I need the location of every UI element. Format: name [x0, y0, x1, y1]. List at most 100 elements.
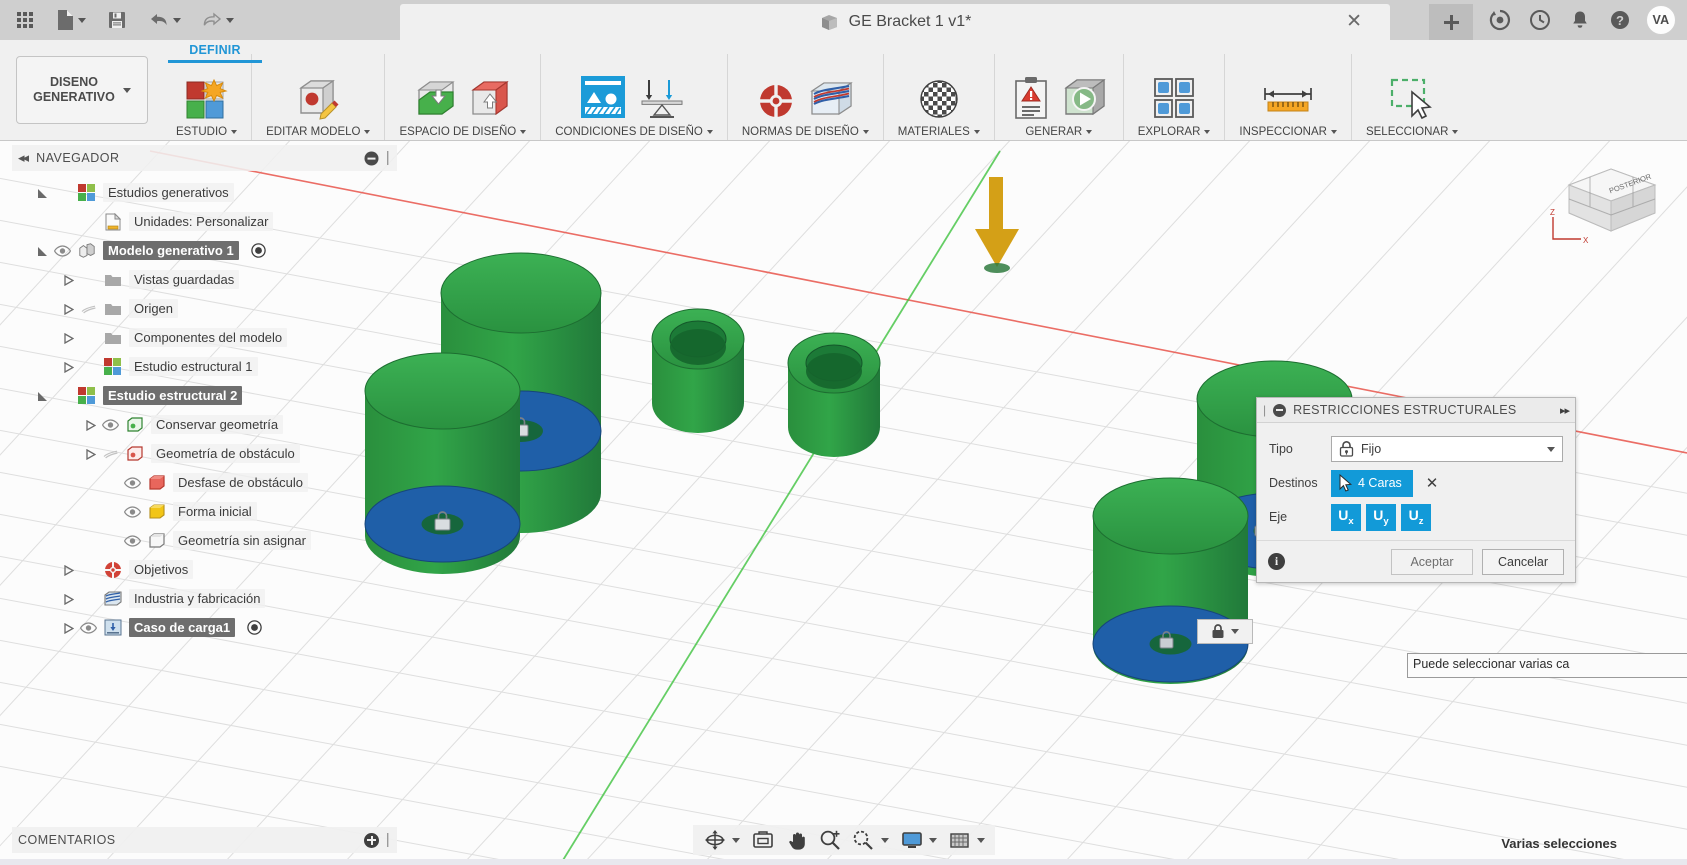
expand-triangle-closed-icon[interactable]	[63, 564, 75, 577]
dialog-header[interactable]: | RESTRICCIONES ESTRUCTURALES ▸▸	[1257, 398, 1575, 423]
chevron-down-icon[interactable]	[122, 87, 131, 93]
chevron-down-icon[interactable]	[880, 837, 889, 843]
chevron-down-icon[interactable]	[731, 837, 740, 843]
redo-icon[interactable]	[197, 3, 238, 37]
clock-history-icon[interactable]	[1521, 1, 1559, 39]
eye-visible-icon[interactable]	[53, 244, 72, 257]
tree-item[interactable]: Desfase de obstáculo	[12, 468, 397, 497]
expand-triangle-closed-icon[interactable]	[63, 593, 75, 606]
tree-item[interactable]: Geometría sin asignar	[12, 526, 397, 555]
eye-visible-icon[interactable]	[123, 505, 142, 518]
eye-hidden-icon[interactable]	[80, 303, 97, 315]
tree-item[interactable]: Vistas guardadas	[12, 265, 397, 294]
viewport-3d[interactable]: POSTERIOR Z X ◂◂ NAVEGADOR Estudios gene…	[0, 141, 1687, 865]
expand-triangle-closed-icon[interactable]	[63, 332, 75, 345]
grid-snaps-icon[interactable]	[944, 827, 989, 853]
expand-triangle-open-icon[interactable]	[37, 245, 47, 256]
job-status-icon[interactable]	[1481, 1, 1519, 39]
chevron-down-icon[interactable]	[231, 130, 238, 134]
panel-grip-icon[interactable]	[385, 832, 391, 848]
downward-force-arrow[interactable]	[965, 173, 1029, 273]
new-document-icon[interactable]	[52, 3, 90, 37]
eye-visible-icon[interactable]	[123, 476, 142, 489]
tree-item[interactable]: Caso de carga1	[12, 613, 397, 642]
look-at-icon[interactable]	[747, 827, 779, 853]
tree-item[interactable]: Estudio estructural 1	[12, 352, 397, 381]
chevron-down-icon[interactable]	[226, 17, 234, 23]
eye-hidden-icon[interactable]	[102, 448, 119, 460]
info-icon[interactable]: i	[1268, 553, 1285, 570]
pan-hand-icon[interactable]	[782, 827, 812, 853]
orbit-icon[interactable]	[699, 827, 744, 853]
minimize-circle-icon[interactable]	[364, 151, 379, 166]
command-condiciones-diseno[interactable]: CONDICIONES DE DISEÑO	[551, 70, 717, 140]
chevron-down-icon[interactable]	[862, 130, 869, 134]
chevron-down-icon[interactable]	[1086, 130, 1093, 134]
tree-item[interactable]: Estudios generativos	[12, 178, 397, 207]
dialog-grip-icon[interactable]: |	[1263, 403, 1266, 417]
tree-item[interactable]: Origen	[12, 294, 397, 323]
tree-item[interactable]: Estudio estructural 2	[12, 381, 397, 410]
expand-triangle-closed-icon[interactable]	[63, 361, 75, 374]
help-question-icon[interactable]: ?	[1601, 1, 1639, 39]
chevron-down-icon[interactable]	[1231, 629, 1239, 634]
expand-triangle-closed-icon[interactable]	[85, 448, 97, 461]
panel-grip-icon[interactable]	[385, 150, 391, 166]
dialog-expand-icon[interactable]: ▸▸	[1560, 404, 1570, 417]
dialog-minus-icon[interactable]	[1273, 403, 1287, 417]
ok-button[interactable]: Aceptar	[1391, 548, 1473, 575]
type-select[interactable]: Fijo	[1331, 436, 1563, 462]
activate-radio-icon[interactable]	[247, 620, 262, 635]
workspace-switcher[interactable]: DISENO GENERATIVO	[16, 56, 148, 124]
chevron-down-icon[interactable]	[78, 17, 86, 23]
avatar[interactable]: VA	[1641, 0, 1681, 40]
expand-triangle-open-icon[interactable]	[37, 390, 47, 401]
activate-radio-icon[interactable]	[250, 243, 266, 258]
chevron-down-icon[interactable]	[173, 17, 181, 23]
expand-triangle-closed-icon[interactable]	[63, 622, 75, 635]
expand-triangle-open-icon[interactable]	[37, 187, 47, 198]
command-normas-diseno[interactable]: NORMAS DE DISEÑO	[738, 70, 873, 140]
chevron-down-icon[interactable]	[973, 130, 980, 134]
undo-icon[interactable]	[144, 3, 185, 37]
display-settings-icon[interactable]	[896, 827, 941, 853]
fit-magnifier-icon[interactable]	[848, 827, 893, 853]
expand-triangle-closed-icon[interactable]	[63, 274, 75, 287]
view-cube[interactable]: POSTERIOR Z X	[1547, 155, 1665, 251]
targets-chip[interactable]: 4 Caras	[1331, 469, 1413, 497]
expand-triangle-closed-icon[interactable]	[63, 303, 75, 316]
axis-toggle-y[interactable]: Uy	[1366, 503, 1396, 531]
collapse-left-icon[interactable]: ◂◂	[18, 150, 29, 166]
tree-item[interactable]: Unidades: Personalizar	[12, 207, 397, 236]
tree-item[interactable]: Forma inicial	[12, 497, 397, 526]
tree-item[interactable]: Geometría de obstáculo	[12, 439, 397, 468]
command-editar-modelo[interactable]: EDITAR MODELO	[262, 70, 374, 140]
tree-item[interactable]: Modelo generativo 1	[12, 236, 397, 265]
comments-panel-header[interactable]: COMENTARIOS	[12, 827, 397, 853]
chevron-down-icon[interactable]	[928, 837, 937, 843]
command-seleccionar[interactable]: SELECCIONAR	[1362, 70, 1462, 140]
tree-item[interactable]: Componentes del modelo	[12, 323, 397, 352]
command-explorar[interactable]: EXPLORAR	[1134, 70, 1215, 140]
chevron-down-icon[interactable]	[520, 130, 527, 134]
tree-item[interactable]: Objetivos	[12, 555, 397, 584]
clear-x-icon[interactable]: ✕	[1426, 474, 1439, 492]
chevron-down-icon[interactable]	[706, 130, 713, 134]
tree-item[interactable]: Industria y fabricación	[12, 584, 397, 613]
chevron-down-icon[interactable]	[1452, 130, 1459, 134]
cancel-button[interactable]: Cancelar	[1482, 548, 1564, 575]
eye-visible-icon[interactable]	[79, 621, 98, 634]
app-grid-icon[interactable]	[10, 3, 40, 37]
document-tab[interactable]: GE Bracket 1 v1* ✕	[400, 4, 1390, 40]
add-comment-icon[interactable]	[364, 832, 379, 848]
command-inspeccionar[interactable]: INSPECCIONAR	[1235, 70, 1341, 140]
new-tab-plus-icon[interactable]	[1429, 4, 1473, 40]
constraint-lock-tag[interactable]	[1197, 619, 1253, 644]
chevron-down-icon[interactable]	[1330, 130, 1337, 134]
close-icon[interactable]: ✕	[1346, 12, 1362, 31]
chevron-down-icon[interactable]	[976, 837, 985, 843]
command-espacio-diseno[interactable]: ESPACIO DE DISEÑO	[395, 70, 530, 140]
expand-triangle-closed-icon[interactable]	[85, 419, 97, 432]
chevron-down-icon[interactable]	[1204, 130, 1211, 134]
command-estudio[interactable]: ESTUDIO	[172, 70, 241, 140]
